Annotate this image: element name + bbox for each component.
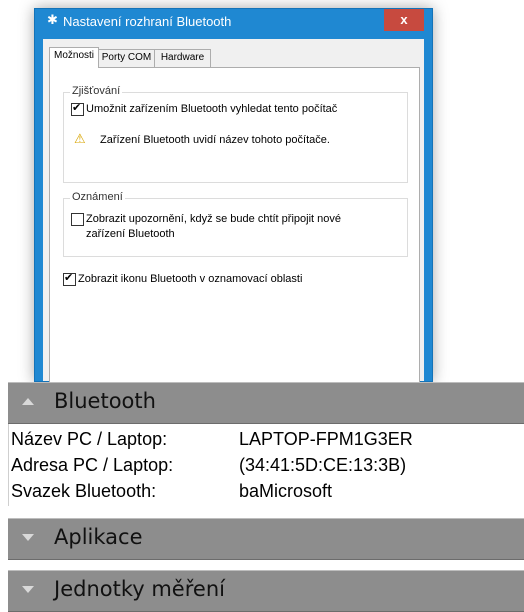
- bluetooth-icon: ✱: [47, 13, 58, 28]
- apps-section-header[interactable]: Aplikace: [8, 518, 524, 560]
- apps-section-title: Aplikace: [54, 525, 143, 549]
- allow-discovery-checkbox[interactable]: ✔: [71, 101, 84, 116]
- info-key: Adresa PC / Laptop:: [11, 455, 174, 475]
- bluetooth-section-header[interactable]: Bluetooth: [8, 382, 524, 424]
- alert-new-device-checkbox[interactable]: [71, 213, 84, 226]
- show-icon-checkbox[interactable]: ✔: [63, 271, 76, 286]
- notifications-group: Oznámení Zobrazit upozornění, když se bu…: [63, 191, 408, 257]
- expand-arrow-icon: [22, 586, 34, 593]
- show-icon-label[interactable]: Zobrazit ikonu Bluetooth v oznamovací ob…: [78, 272, 302, 286]
- alert-new-device-label-line2[interactable]: zařízení Bluetooth: [86, 227, 175, 241]
- info-key: Název PC / Laptop:: [11, 429, 168, 449]
- units-section-title: Jednotky měření: [54, 577, 225, 601]
- expand-arrow-icon: [22, 534, 34, 541]
- info-value: baMicrosoft: [239, 481, 333, 501]
- bluetooth-settings-dialog: ✱ Nastavení rozhraní Bluetooth x Možnost…: [34, 8, 433, 382]
- info-key: Svazek Bluetooth:: [11, 481, 157, 501]
- bluetooth-info: Název PC / Laptop: LAPTOP-FPM1G3ER Adres…: [8, 424, 524, 506]
- info-value: (34:41:5D:CE:13:3B): [239, 455, 407, 475]
- dialog-titlebar[interactable]: ✱ Nastavení rozhraní Bluetooth x: [35, 9, 432, 35]
- collapse-arrow-icon: [22, 398, 34, 405]
- dialog-title: Nastavení rozhraní Bluetooth: [63, 14, 232, 29]
- alert-new-device-label-line1[interactable]: Zobrazit upozornění, když se bude chtít …: [86, 212, 341, 226]
- close-button[interactable]: x: [384, 9, 424, 31]
- warning-icon: ⚠: [74, 132, 86, 147]
- discovery-group-label: Zjišťování: [70, 85, 123, 97]
- notifications-group-label: Oznámení: [70, 191, 125, 203]
- tab-com-ports[interactable]: Porty COM: [97, 49, 156, 67]
- allow-discovery-label[interactable]: Umožnit zařízením Bluetooth vyhledat ten…: [86, 102, 337, 116]
- discovery-group: Zjišťování ✔ Umožnit zařízením Bluetooth…: [63, 85, 408, 183]
- tab-options[interactable]: Možnosti: [49, 47, 99, 68]
- checkmark-icon: ✔: [72, 101, 82, 114]
- checkmark-icon: ✔: [64, 271, 74, 284]
- tab-hardware[interactable]: Hardware: [154, 49, 211, 67]
- dialog-client: Možnosti Porty COM Hardware Zjišťování ✔…: [43, 39, 424, 382]
- info-value: LAPTOP-FPM1G3ER: [239, 429, 413, 449]
- options-page: Zjišťování ✔ Umožnit zařízením Bluetooth…: [49, 67, 420, 382]
- bluetooth-section-title: Bluetooth: [54, 389, 156, 413]
- warning-text: Zařízení Bluetooth uvidí název tohoto po…: [100, 134, 330, 146]
